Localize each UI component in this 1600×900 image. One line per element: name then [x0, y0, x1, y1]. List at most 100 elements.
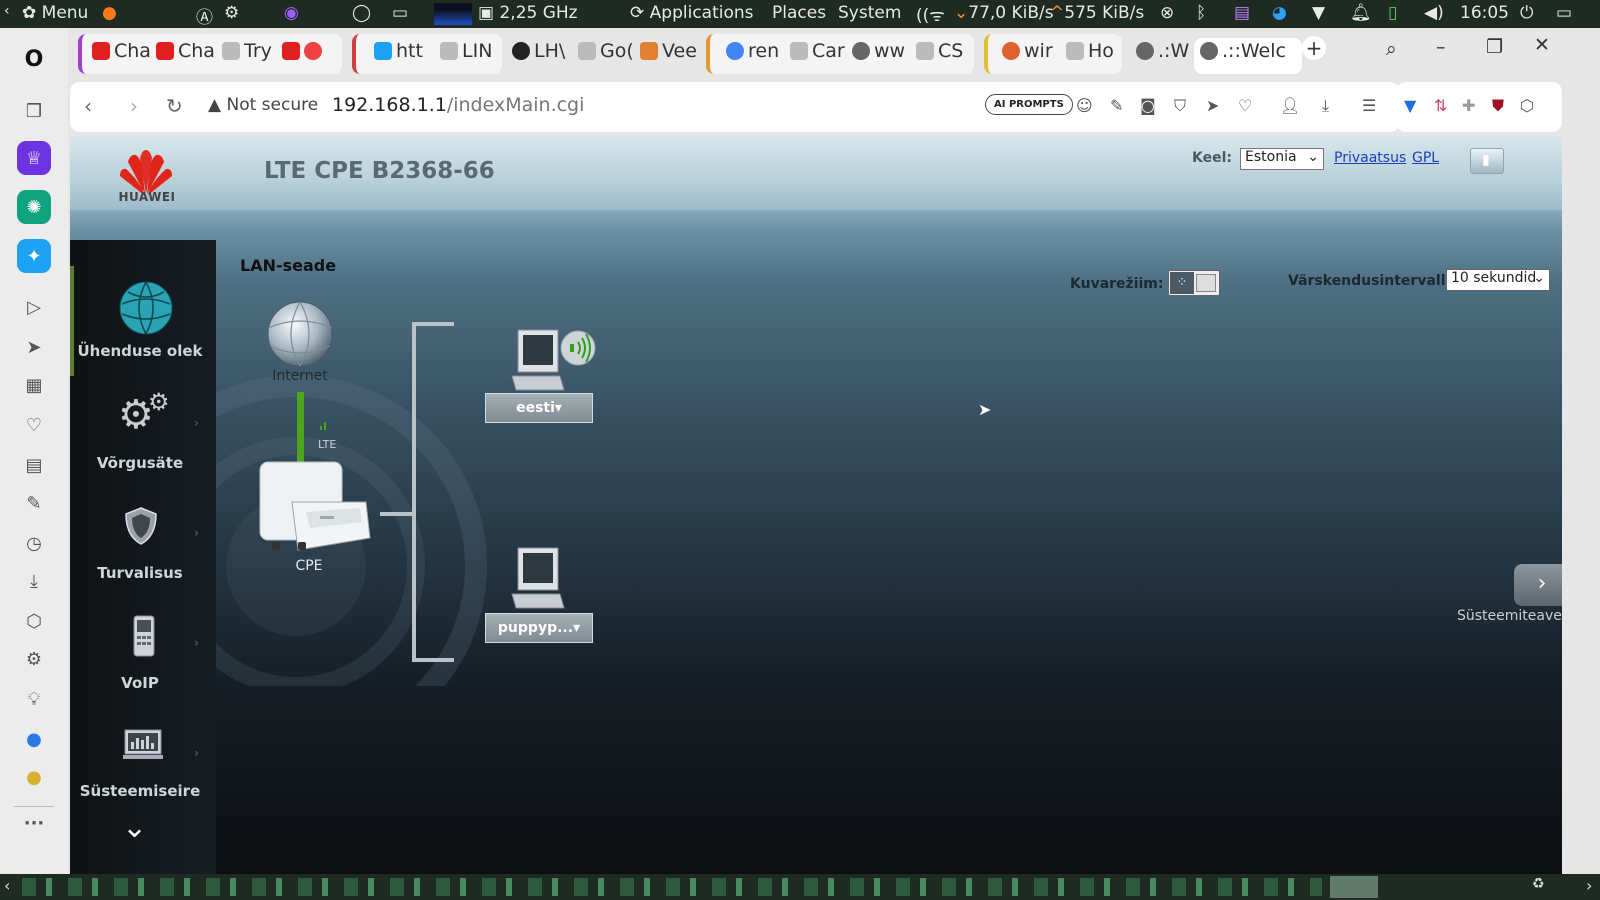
reload-button[interactable]: ↻	[166, 94, 183, 118]
nav-network-settings[interactable]: ⚙ ⚙ Võrgusäte ›	[70, 388, 216, 472]
applications-menu[interactable]: ⟳ Applications	[630, 3, 754, 23]
taskbar-trash-icon[interactable]: ♻	[1532, 876, 1545, 892]
places-menu[interactable]: Places	[772, 3, 826, 23]
translate-extension-icon[interactable]: ⇅	[1434, 96, 1447, 115]
edit-icon[interactable]: ✎	[17, 486, 51, 520]
twitter-icon[interactable]: ✦	[17, 239, 51, 273]
tab-10[interactable]: ww	[852, 40, 905, 62]
firefox-icon[interactable]: ●	[102, 3, 117, 23]
taskbar-active-window[interactable]	[1330, 876, 1378, 898]
tab-0[interactable]: Cha	[92, 40, 151, 62]
send-icon[interactable]: ➤	[17, 330, 51, 364]
tab-13[interactable]: Ho	[1066, 40, 1114, 62]
tor-icon[interactable]: ◉	[284, 3, 299, 23]
search-tabs-icon[interactable]: ⌕	[1386, 38, 1397, 60]
easy-setup-icon[interactable]: ☰	[1362, 96, 1376, 115]
tab-6[interactable]: Go(	[578, 40, 634, 62]
device-name-button[interactable]: eesti▾	[485, 393, 593, 423]
taskbar-window-list[interactable]	[22, 878, 1322, 896]
chatgpt-icon[interactable]: ✺	[17, 190, 51, 224]
cube-icon[interactable]: ⬡	[17, 604, 51, 638]
heart-icon[interactable]: ♡	[17, 408, 51, 442]
icon-view-button[interactable]: ⁘	[1170, 272, 1194, 294]
system-menu[interactable]: System	[838, 3, 901, 23]
tab-7[interactable]: Vee	[640, 40, 697, 62]
opera-tray-icon[interactable]: ◯	[352, 3, 371, 23]
security-indicator[interactable]: ▲ Not secure	[208, 95, 318, 115]
panel-left-arrow-icon[interactable]: ‹	[4, 3, 10, 19]
tab-8[interactable]: ren	[726, 40, 779, 62]
nav-connection-status[interactable]: Ühenduse olek	[70, 280, 216, 370]
settings-icon[interactable]: ⚙	[17, 642, 51, 676]
profile-icon[interactable]: 👤︎	[1280, 96, 1300, 115]
url-field[interactable]: 192.168.1.1/indexMain.cgi	[332, 94, 584, 116]
sidebar-toggle-icon[interactable]: ▭	[1556, 3, 1572, 23]
device-name-button[interactable]: puppyp...▾	[485, 613, 593, 643]
nav-security[interactable]: Turvalisus ›	[70, 502, 216, 582]
list-view-button[interactable]	[1196, 274, 1216, 292]
language-select[interactable]: Estonia ⌄	[1240, 148, 1324, 170]
edit-page-icon[interactable]: ✎	[1110, 96, 1123, 115]
power-icon[interactable]: ⏻	[1520, 3, 1533, 23]
tab-active[interactable]: .::Welc	[1200, 40, 1286, 62]
camera-icon[interactable]: ◙	[1140, 96, 1156, 115]
apps-grid-icon[interactable]: ▦	[17, 368, 51, 402]
emoji-icon[interactable]: ☺	[1076, 96, 1093, 115]
bulb-icon[interactable]: 💡︎	[17, 682, 51, 716]
tab-14[interactable]: .:W	[1136, 40, 1189, 62]
close-window-button[interactable]: ✕	[1534, 34, 1550, 56]
chrome-tray-icon[interactable]: ◕	[1272, 3, 1287, 23]
terminal-tray-icon[interactable]: ▭	[392, 3, 408, 23]
vpn-extension-icon[interactable]: ▼	[1404, 96, 1416, 115]
privacy-link[interactable]: Privaatsus	[1334, 150, 1406, 166]
puzzle-extension-icon[interactable]: ✚	[1462, 96, 1475, 115]
gear-tray-icon[interactable]: ⚙	[224, 3, 239, 23]
downloads-icon[interactable]: ⤓	[1322, 96, 1329, 116]
app-a-icon[interactable]: Ⓐ	[196, 3, 213, 28]
bookmark-heart-icon[interactable]: ♡	[1238, 96, 1252, 115]
menu-button[interactable]: ✿ Menu	[22, 3, 88, 23]
download-icon[interactable]: ⤓	[17, 564, 51, 598]
tab-2[interactable]: Try	[222, 40, 272, 62]
shield-check-icon[interactable]: ⛉	[1174, 96, 1186, 116]
tab-11[interactable]: CS	[916, 40, 963, 62]
system-info-expand-button[interactable]: ›	[1514, 564, 1562, 606]
tab-yt-rec[interactable]	[282, 40, 326, 62]
opera-logo-icon[interactable]: O	[17, 42, 51, 76]
chat-icon[interactable]: ●	[17, 722, 51, 756]
share-icon[interactable]: ➤	[1206, 96, 1219, 115]
crown-app-icon[interactable]: ♕	[17, 141, 51, 175]
bluetooth-icon[interactable]: ᛒ	[1196, 3, 1206, 23]
wallet-icon[interactable]: ●	[17, 760, 51, 794]
more-icon[interactable]: ···	[17, 806, 51, 840]
tab-9[interactable]: Car	[790, 40, 845, 62]
taskbar-right-arrow-icon[interactable]: ›	[1586, 876, 1592, 895]
forward-button[interactable]: ›	[130, 94, 138, 118]
player-icon[interactable]: ▷	[17, 290, 51, 324]
reading-list-icon[interactable]: ❒	[17, 94, 51, 128]
ublock-icon[interactable]: ⛊	[1492, 96, 1504, 116]
volume-icon[interactable]: ◀)	[1424, 3, 1444, 23]
history-icon[interactable]: ◷	[17, 526, 51, 560]
maximize-button[interactable]: ❐	[1486, 36, 1503, 58]
notification-bell-icon[interactable]: 🔔︎	[1350, 3, 1372, 23]
nav-voip[interactable]: VoIP ›	[70, 612, 216, 692]
tab-12[interactable]: wir	[1002, 40, 1053, 62]
ai-prompts-button[interactable]: AI PROMPTS	[985, 94, 1073, 115]
transfer-icon[interactable]: ⊗	[1160, 3, 1174, 23]
tab-4[interactable]: LIN	[440, 40, 492, 62]
box-extension-icon[interactable]: ⬡	[1520, 96, 1534, 115]
nav-system-monitor[interactable]: Süsteemiseire ›	[70, 722, 216, 802]
tab-5[interactable]: LH\	[512, 40, 565, 62]
refresh-interval-select[interactable]: 10 sekundid ⌄	[1446, 269, 1550, 291]
gpl-link[interactable]: GPL	[1412, 150, 1439, 166]
wifi-icon[interactable]: ▼	[1312, 3, 1325, 23]
new-tab-button[interactable]: +	[1302, 36, 1326, 60]
taskbar-left-arrow-icon[interactable]: ‹	[4, 876, 10, 895]
equalizer-icon[interactable]: ▤	[1234, 3, 1250, 23]
back-button[interactable]: ‹	[84, 94, 92, 118]
logout-button[interactable]: ▮	[1470, 148, 1504, 174]
nav-scroll-down-icon[interactable]: ⌄	[122, 810, 147, 845]
tab-3[interactable]: htt	[374, 40, 423, 62]
tab-1[interactable]: Cha	[156, 40, 215, 62]
